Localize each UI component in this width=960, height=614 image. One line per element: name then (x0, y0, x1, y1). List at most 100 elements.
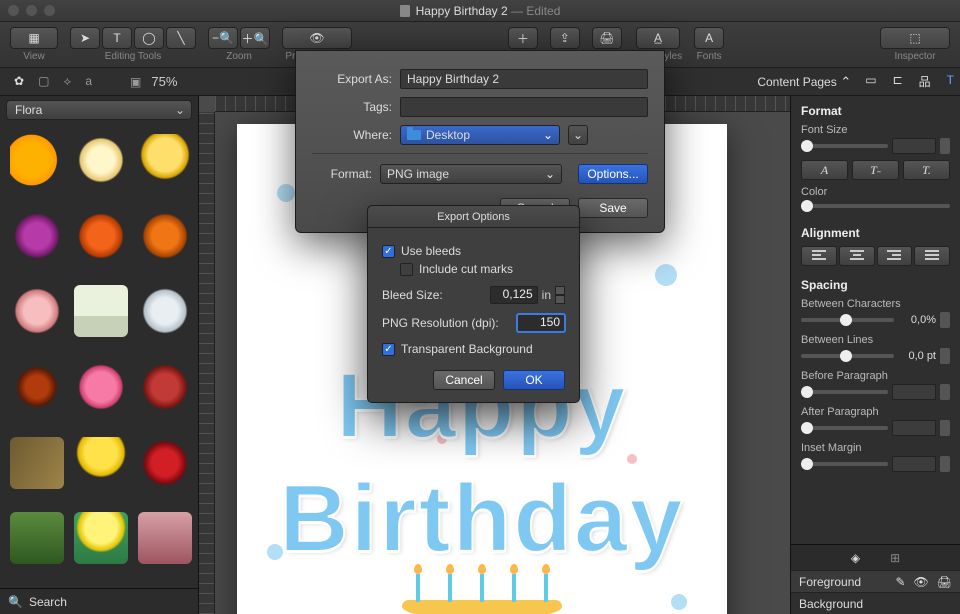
font-size-stepper[interactable] (940, 138, 950, 154)
appearance-tab-icon[interactable]: ⊏ (893, 73, 903, 90)
foreground-layer[interactable]: Foreground✎👁🖨 (791, 570, 960, 592)
search-icon: 🔍 (8, 595, 23, 609)
print-icon[interactable]: 🖨 (937, 575, 952, 589)
inset-margin-slider[interactable] (801, 462, 888, 466)
font-style-a[interactable]: A (801, 160, 848, 180)
ruler-vertical (199, 112, 215, 614)
png-resolution-input[interactable]: 150 (517, 314, 565, 332)
text-tab-icon[interactable]: T (947, 73, 954, 90)
clipart-thumb[interactable] (10, 437, 64, 489)
clipart-thumb[interactable] (138, 134, 192, 186)
search-field[interactable]: 🔍Search (0, 588, 198, 614)
format-select[interactable]: PNG image (380, 164, 562, 184)
clipart-thumb[interactable] (138, 285, 192, 337)
insert-button[interactable]: ＋ (508, 27, 538, 49)
bleed-size-stepper[interactable] (555, 286, 565, 304)
zoom-out-button[interactable]: −🔍 (208, 27, 238, 49)
transparent-bg-checkbox[interactable] (382, 343, 395, 356)
color-slider[interactable] (801, 204, 950, 208)
fonts-button[interactable]: A (694, 27, 724, 49)
clipart-thumb[interactable] (138, 512, 192, 564)
align-justify[interactable] (914, 246, 950, 266)
export-as-input[interactable]: Happy Birthday 2 (400, 69, 648, 89)
image-library-icon[interactable]: ▢ (38, 74, 49, 89)
zoom-in-button[interactable]: ＋🔍 (240, 27, 270, 49)
view-button[interactable]: ▦ (10, 27, 58, 49)
window-controls[interactable] (8, 5, 55, 16)
pointer-tool[interactable]: ➤ (70, 27, 100, 49)
clipart-thumb[interactable] (10, 361, 64, 413)
layers-tab-icon[interactable]: ◈ (851, 551, 860, 565)
shape-tool[interactable]: ◯ (134, 27, 164, 49)
modal-title: Export Options (368, 206, 579, 228)
clipart-thumb[interactable] (74, 210, 128, 262)
options-ok-button[interactable]: OK (503, 370, 565, 390)
background-layer[interactable]: Background (791, 592, 960, 614)
options-cancel-button[interactable]: Cancel (433, 370, 495, 390)
inspector-panel: Format Font Size A T˗ T. Color Alignment (790, 96, 960, 614)
clipart-thumb[interactable] (138, 361, 192, 413)
inset-margin-field[interactable] (892, 456, 936, 472)
clipart-thumb[interactable] (10, 134, 64, 186)
alignment-heading: Alignment (801, 226, 950, 240)
expand-browse-button[interactable]: ⌄ (568, 125, 588, 145)
text-library-icon[interactable]: a (85, 74, 92, 89)
align-center[interactable] (839, 246, 875, 266)
export-options-modal: Export Options Use bleeds Include cut ma… (367, 205, 580, 403)
where-select[interactable]: Desktop (400, 125, 560, 145)
font-style-t2[interactable]: T. (903, 160, 950, 180)
color-label: Color (801, 186, 950, 198)
clipart-thumb[interactable] (74, 437, 128, 489)
geometry-tab-icon[interactable]: ▭ (865, 73, 876, 90)
spacing-heading: Spacing (801, 278, 950, 292)
clipart-thumb[interactable] (138, 437, 192, 489)
before-para-field[interactable] (892, 384, 936, 400)
align-right[interactable] (877, 246, 913, 266)
shapes-library-icon[interactable]: ⟡ (63, 74, 71, 89)
line-spacing-stepper[interactable] (940, 348, 950, 364)
options-button[interactable]: Options... (578, 164, 648, 184)
folder-icon (407, 130, 421, 140)
arrange-tab-icon[interactable]: 品 (919, 73, 931, 90)
use-bleeds-checkbox[interactable] (382, 245, 395, 258)
clipart-thumb[interactable] (74, 134, 128, 186)
line-tool[interactable]: ╲ (166, 27, 196, 49)
clipart-thumb[interactable] (74, 512, 128, 564)
pencil-icon[interactable]: ✎ (895, 575, 905, 589)
share-button[interactable]: ⇪ (550, 27, 580, 49)
zoom-level[interactable]: 75% (151, 74, 177, 89)
bleed-size-input[interactable]: 0,125 (490, 286, 538, 304)
font-style-t1[interactable]: T˗ (852, 160, 899, 180)
clipart-thumb[interactable] (74, 285, 128, 337)
flower-library-icon[interactable]: ✿ (14, 74, 24, 89)
eye-icon[interactable]: 👁 (914, 575, 929, 589)
document-title: Happy Birthday 2 (416, 4, 508, 18)
text-birthday[interactable]: Birthday (279, 464, 684, 574)
edited-indicator: — Edited (511, 4, 560, 18)
before-para-slider[interactable] (801, 390, 888, 394)
clipart-thumb[interactable] (10, 512, 64, 564)
char-spacing-stepper[interactable] (940, 312, 950, 328)
preview-mode-button[interactable]: 👁 (282, 27, 352, 49)
font-size-field[interactable] (892, 138, 936, 154)
clipart-thumb[interactable] (10, 285, 64, 337)
save-button[interactable]: Save (578, 198, 648, 218)
text-styles-button[interactable]: A̲ (636, 27, 680, 49)
line-spacing-slider[interactable] (801, 354, 894, 358)
grid-tab-icon[interactable]: ⊞ (890, 551, 900, 565)
clipart-thumb[interactable] (138, 210, 192, 262)
print-button[interactable]: 🖨 (592, 27, 622, 49)
char-spacing-slider[interactable] (801, 318, 894, 322)
text-tool[interactable]: T (102, 27, 132, 49)
inspector-button[interactable]: ⬚ (880, 27, 950, 49)
tags-input[interactable] (400, 97, 648, 117)
after-para-field[interactable] (892, 420, 936, 436)
align-left[interactable] (801, 246, 837, 266)
pages-icon[interactable]: ▣ (130, 75, 141, 89)
include-cut-marks-checkbox[interactable] (400, 263, 413, 276)
content-pages-dropdown[interactable]: Content Pages ⌃ (757, 74, 851, 90)
after-para-slider[interactable] (801, 426, 888, 430)
clipart-thumb[interactable] (10, 210, 64, 262)
clipart-thumb[interactable] (74, 361, 128, 413)
category-dropdown[interactable]: Flora (6, 100, 192, 120)
